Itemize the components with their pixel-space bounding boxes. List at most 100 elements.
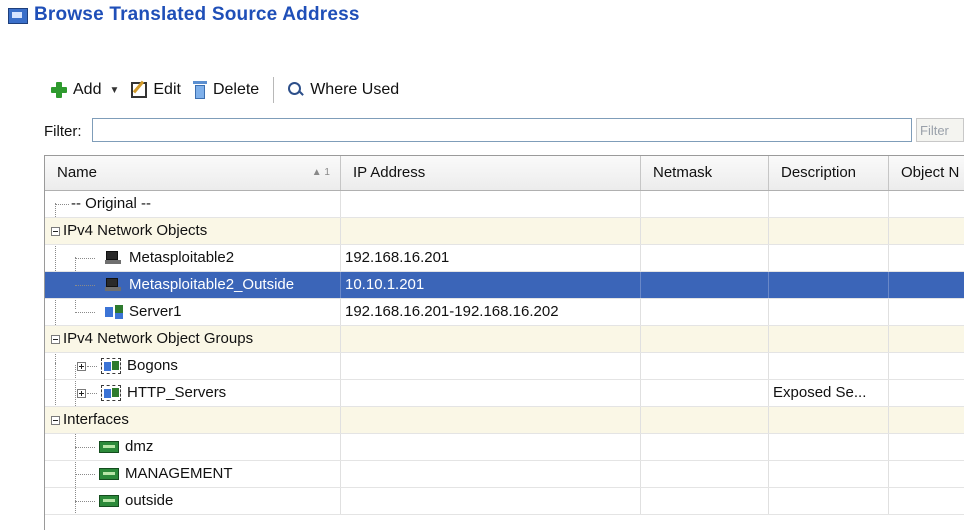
column-header-description[interactable]: Description — [769, 156, 889, 190]
row-object-nat — [889, 272, 964, 298]
row-ip — [341, 353, 641, 379]
search-icon — [288, 82, 304, 98]
row-ip: 192.168.16.201-192.168.16.202 — [341, 299, 641, 325]
expand-icon[interactable] — [77, 389, 86, 398]
row-netmask — [641, 218, 769, 244]
chevron-down-icon[interactable]: ▼ — [109, 85, 119, 96]
tree-connector — [55, 204, 69, 205]
add-label: Add — [73, 81, 102, 98]
tree-connector — [75, 501, 95, 502]
tree-connector — [87, 393, 97, 394]
tree-connector — [75, 285, 95, 286]
row-netmask — [641, 326, 769, 352]
network-group-icon — [101, 358, 121, 374]
row-object-nat — [889, 461, 964, 487]
filter-input[interactable] — [92, 118, 912, 142]
row-object-nat — [889, 380, 964, 406]
delete-button[interactable]: Delete — [187, 76, 265, 104]
network-group-icon — [101, 385, 121, 401]
plus-icon — [51, 82, 67, 98]
table-row[interactable]: Server1 192.168.16.201-192.168.16.202 — [45, 299, 964, 326]
filter-label: Filter: — [44, 123, 82, 140]
tree-connector — [75, 258, 95, 259]
table-row[interactable]: -- Original -- — [45, 191, 964, 218]
toolbar: Add ▼ Edit Delete Where Used — [45, 74, 405, 106]
column-header-netmask[interactable]: Netmask — [641, 156, 769, 190]
table-row[interactable]: IPv4 Network Object Groups — [45, 326, 964, 353]
collapse-icon[interactable] — [51, 335, 60, 344]
row-ip — [341, 461, 641, 487]
row-netmask — [641, 191, 769, 217]
filter-button[interactable]: Filter — [916, 118, 964, 142]
row-ip — [341, 218, 641, 244]
trash-icon — [192, 81, 207, 99]
column-header-object-nat[interactable]: Object N — [889, 156, 964, 190]
row-object-nat — [889, 407, 964, 433]
row-netmask — [641, 272, 769, 298]
row-ip — [341, 407, 641, 433]
row-name: outside — [125, 492, 174, 509]
edit-icon — [131, 82, 148, 98]
row-description — [769, 191, 889, 217]
table-row[interactable]: Interfaces — [45, 407, 964, 434]
edit-button[interactable]: Edit — [125, 76, 187, 104]
where-used-button[interactable]: Where Used — [282, 76, 405, 104]
row-description: Exposed Se... — [769, 380, 889, 406]
table-row[interactable]: outside — [45, 488, 964, 515]
delete-label: Delete — [212, 81, 260, 98]
sort-ascending-icon: ▲ 1 — [311, 167, 330, 178]
table-row[interactable]: dmz — [45, 434, 964, 461]
row-netmask — [641, 353, 769, 379]
row-netmask — [641, 245, 769, 271]
row-name: HTTP_Servers — [127, 384, 227, 401]
row-ip — [341, 326, 641, 352]
interface-icon — [99, 468, 119, 480]
collapse-icon[interactable] — [51, 227, 60, 236]
row-description — [769, 461, 889, 487]
table-row[interactable]: IPv4 Network Objects — [45, 218, 964, 245]
table-header: Name ▲ 1 IP Address Netmask Description … — [45, 156, 964, 191]
row-description — [769, 326, 889, 352]
table-row[interactable]: Metasploitable2 192.168.16.201 — [45, 245, 964, 272]
interface-icon — [99, 495, 119, 507]
row-description — [769, 299, 889, 325]
expand-icon[interactable] — [77, 362, 86, 371]
row-object-nat — [889, 218, 964, 244]
row-ip — [341, 380, 641, 406]
row-object-nat — [889, 488, 964, 514]
table-row[interactable]: MANAGEMENT — [45, 461, 964, 488]
row-ip — [341, 434, 641, 460]
tree-connector — [75, 474, 95, 475]
title-bar: Browse Translated Source Address — [0, 0, 964, 36]
row-netmask — [641, 434, 769, 460]
row-object-nat — [889, 353, 964, 379]
table-row-selected[interactable]: Metasploitable2_Outside 10.10.1.201 — [45, 272, 964, 299]
toolbar-separator — [273, 77, 275, 103]
host-icon — [105, 251, 121, 265]
table-row[interactable]: HTTP_Servers Exposed Se... — [45, 380, 964, 407]
row-description — [769, 488, 889, 514]
column-header-ip-address[interactable]: IP Address — [341, 156, 641, 190]
column-header-name[interactable]: Name ▲ 1 — [45, 156, 341, 190]
add-button[interactable]: Add ▼ — [45, 76, 125, 104]
object-table: Name ▲ 1 IP Address Netmask Description … — [44, 155, 964, 530]
collapse-icon[interactable] — [51, 416, 60, 425]
row-name: Bogons — [127, 357, 178, 374]
app-icon — [8, 8, 28, 24]
row-name: dmz — [125, 438, 154, 455]
row-name: IPv4 Network Object Groups — [63, 330, 254, 347]
row-name: Metasploitable2_Outside — [129, 276, 295, 293]
window-title: Browse Translated Source Address — [34, 4, 360, 25]
row-object-nat — [889, 245, 964, 271]
row-name: MANAGEMENT — [125, 465, 233, 482]
row-description — [769, 407, 889, 433]
row-ip — [341, 191, 641, 217]
table-row[interactable]: Bogons — [45, 353, 964, 380]
where-used-label: Where Used — [310, 81, 400, 98]
interface-icon — [99, 441, 119, 453]
row-name: Server1 — [129, 303, 182, 320]
row-netmask — [641, 299, 769, 325]
row-name: IPv4 Network Objects — [63, 222, 208, 239]
row-object-nat — [889, 434, 964, 460]
row-description — [769, 353, 889, 379]
